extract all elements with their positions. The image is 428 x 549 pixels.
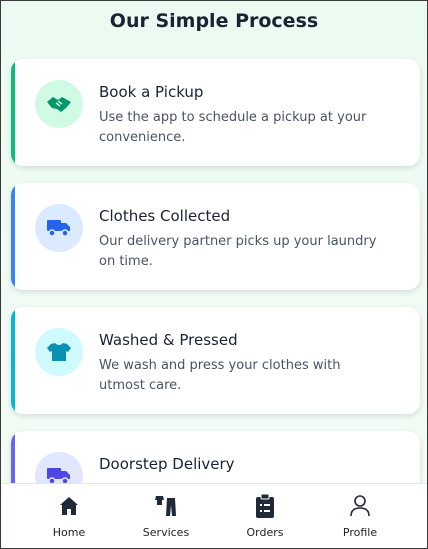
step-title: Book a Pickup — [99, 83, 204, 101]
step-title: Clothes Collected — [99, 207, 231, 225]
truck-icon — [35, 204, 83, 252]
app-frame: Our Simple Process Book a Pickup Use the… — [0, 0, 428, 549]
step-title: Washed & Pressed — [99, 331, 238, 349]
step-card-washed-pressed[interactable]: Washed & Pressed We wash and press your … — [11, 307, 420, 414]
step-description: We wash and press your clothes with utmo… — [99, 358, 341, 393]
clipboard-icon — [256, 494, 274, 518]
step-card-clothes-collected[interactable]: Clothes Collected Our delivery partner p… — [11, 183, 420, 290]
user-icon — [350, 494, 370, 518]
step-description: Our delivery partner picks up your laund… — [99, 234, 377, 269]
nav-label: Home — [52, 526, 86, 539]
step-title: Doorstep Delivery — [99, 455, 235, 473]
step-card-book-pickup[interactable]: Book a Pickup Use the app to schedule a … — [11, 59, 420, 166]
nav-label: Profile — [342, 526, 378, 539]
services-icon — [154, 494, 178, 518]
page-title: Our Simple Process — [109, 10, 319, 32]
home-icon — [59, 494, 79, 518]
step-description: Use the app to schedule a pickup at your… — [99, 110, 367, 145]
nav-label: Services — [142, 526, 190, 539]
nav-label: Orders — [246, 526, 284, 539]
shirt-icon — [35, 328, 83, 376]
nav-item-home[interactable]: Home — [24, 484, 114, 548]
nav-item-profile[interactable]: Profile — [315, 484, 405, 548]
nav-item-orders[interactable]: Orders — [220, 484, 310, 548]
handshake-icon — [35, 80, 83, 128]
bottom-nav: Home Services Orders Profile — [2, 483, 427, 548]
nav-item-services[interactable]: Services — [121, 484, 211, 548]
